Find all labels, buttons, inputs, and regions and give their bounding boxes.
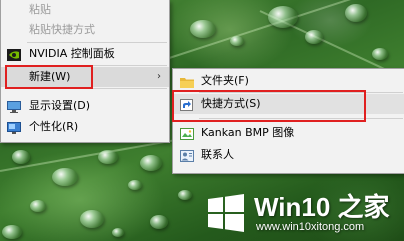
menu-item-paste[interactable]: 粘贴 <box>1 0 169 20</box>
contact-icon <box>180 149 194 162</box>
menu-separator <box>27 42 167 43</box>
windows-logo-icon <box>208 194 244 232</box>
display-icon <box>7 100 21 113</box>
folder-icon <box>180 75 194 88</box>
menu-item-personalize[interactable]: 个性化(R) <box>1 117 169 137</box>
submenu-item-label: Kankan BMP 图像 <box>201 126 295 139</box>
menu-item-label: 粘贴 <box>29 3 51 16</box>
menu-item-paste-shortcut[interactable]: 粘贴快捷方式 <box>1 20 169 40</box>
bmp-image-icon <box>180 127 194 140</box>
submenu-arrow-icon: › <box>157 71 161 82</box>
personalize-icon <box>7 121 21 134</box>
watermark-url: www.win10xitong.com <box>256 221 365 233</box>
submenu-item-contact[interactable]: 联系人 <box>173 145 404 165</box>
highlight-box-new <box>5 65 93 89</box>
menu-item-label: 个性化(R) <box>29 120 79 133</box>
watermark-brand: Win10 之家 <box>254 192 390 222</box>
submenu-item-folder[interactable]: 文件夹(F) <box>173 71 404 91</box>
menu-item-display-settings[interactable]: 显示设置(D) <box>1 96 169 116</box>
submenu-item-label: 文件夹(F) <box>201 74 249 87</box>
menu-item-label: 显示设置(D) <box>29 99 91 112</box>
highlight-box-shortcut <box>172 90 366 122</box>
submenu-item-label: 联系人 <box>201 148 234 161</box>
menu-item-label: 粘贴快捷方式 <box>29 23 95 36</box>
nvidia-icon <box>7 48 21 61</box>
watermark-logo: Win10 之家 www.win10xitong.com <box>196 183 404 241</box>
submenu-item-bmp-image[interactable]: Kankan BMP 图像 <box>173 123 404 143</box>
menu-item-label: NVIDIA 控制面板 <box>29 47 115 60</box>
menu-item-nvidia-control-panel[interactable]: NVIDIA 控制面板 <box>1 44 169 64</box>
